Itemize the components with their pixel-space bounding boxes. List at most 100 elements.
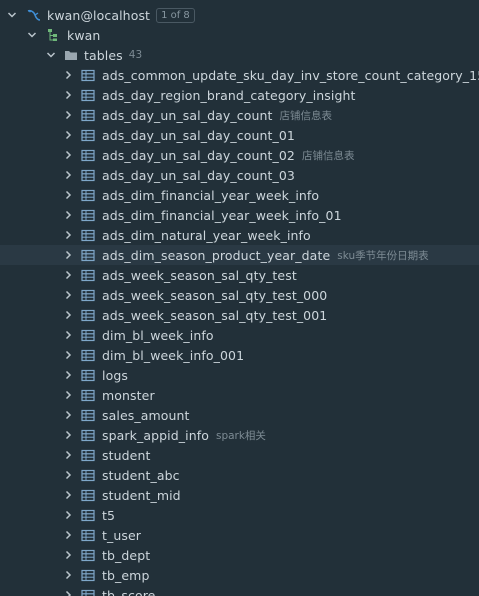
table-name: logs <box>102 367 128 383</box>
chevron-right-icon[interactable] <box>62 569 74 581</box>
table-name: tb_dept <box>102 547 151 563</box>
chevron-right-icon[interactable] <box>62 509 74 521</box>
table-row[interactable]: ads_day_region_brand_category_insight <box>0 85 479 105</box>
table-icon <box>80 487 96 503</box>
table-row[interactable]: ads_dim_natural_year_week_info <box>0 225 479 245</box>
table-row[interactable]: ads_day_un_sal_day_count_02 店铺信息表 <box>0 145 479 165</box>
chevron-right-icon[interactable] <box>62 109 74 121</box>
table-icon <box>80 167 96 183</box>
table-row[interactable]: sales_amount <box>0 405 479 425</box>
table-icon <box>80 447 96 463</box>
table-name: ads_week_season_sal_qty_test_001 <box>102 307 328 323</box>
chevron-right-icon[interactable] <box>62 529 74 541</box>
chevron-right-icon[interactable] <box>62 229 74 241</box>
chevron-right-icon[interactable] <box>62 209 74 221</box>
table-icon <box>80 387 96 403</box>
chevron-right-icon[interactable] <box>62 89 74 101</box>
chevron-right-icon[interactable] <box>62 469 74 481</box>
table-row[interactable]: dim_bl_week_info <box>0 325 479 345</box>
table-row[interactable]: spark_appid_info spark相关 <box>0 425 479 445</box>
table-row[interactable]: ads_week_season_sal_qty_test_000 <box>0 285 479 305</box>
chevron-down-icon[interactable] <box>6 9 18 21</box>
table-icon <box>80 87 96 103</box>
table-name: monster <box>102 387 155 403</box>
table-icon <box>80 347 96 363</box>
table-row[interactable]: tb_dept <box>0 545 479 565</box>
table-icon <box>80 587 96 596</box>
table-icon <box>80 227 96 243</box>
chevron-right-icon[interactable] <box>62 589 74 596</box>
table-row[interactable]: ads_dim_financial_year_week_info <box>0 185 479 205</box>
table-row[interactable]: t5 <box>0 505 479 525</box>
chevron-right-icon[interactable] <box>62 149 74 161</box>
table-row[interactable]: ads_dim_financial_year_week_info_01 <box>0 205 479 225</box>
chevron-right-icon[interactable] <box>62 169 74 181</box>
table-name: student_abc <box>102 467 180 483</box>
table-name: tb_score <box>102 587 156 596</box>
table-icon <box>80 187 96 203</box>
folder-icon <box>63 47 79 63</box>
mysql-dolphin-icon <box>26 7 42 23</box>
table-name: t_user <box>102 527 142 543</box>
table-icon <box>80 287 96 303</box>
table-icon <box>80 67 96 83</box>
table-name: ads_dim_natural_year_week_info <box>102 227 311 243</box>
table-name: t5 <box>102 507 116 523</box>
table-row[interactable]: tb_emp <box>0 565 479 585</box>
table-icon <box>80 547 96 563</box>
table-comment: spark相关 <box>215 429 266 442</box>
chevron-right-icon[interactable] <box>62 549 74 561</box>
chevron-right-icon[interactable] <box>62 349 74 361</box>
chevron-right-icon[interactable] <box>62 129 74 141</box>
table-row[interactable]: t_user <box>0 525 479 545</box>
table-row[interactable]: ads_week_season_sal_qty_test <box>0 265 479 285</box>
table-name: ads_day_un_sal_day_count_01 <box>102 127 295 143</box>
table-row[interactable]: student_mid <box>0 485 479 505</box>
chevron-right-icon[interactable] <box>62 249 74 261</box>
chevron-right-icon[interactable] <box>62 489 74 501</box>
chevron-right-icon[interactable] <box>62 289 74 301</box>
chevron-right-icon[interactable] <box>62 369 74 381</box>
chevron-right-icon[interactable] <box>62 409 74 421</box>
table-row[interactable]: ads_day_un_sal_day_count_03 <box>0 165 479 185</box>
chevron-right-icon[interactable] <box>62 69 74 81</box>
table-name: tb_emp <box>102 567 150 583</box>
table-icon <box>80 267 96 283</box>
chevron-down-icon[interactable] <box>26 29 38 41</box>
table-icon <box>80 367 96 383</box>
tables-folder-label: tables <box>84 47 123 63</box>
table-row[interactable]: ads_day_un_sal_day_count_01 <box>0 125 479 145</box>
chevron-right-icon[interactable] <box>62 429 74 441</box>
table-name: ads_day_region_brand_category_insight <box>102 87 356 103</box>
tree-node-tables-folder[interactable]: tables 43 <box>0 45 479 65</box>
chevron-right-icon[interactable] <box>62 389 74 401</box>
chevron-right-icon[interactable] <box>62 269 74 281</box>
table-row[interactable]: logs <box>0 365 479 385</box>
table-row[interactable]: monster <box>0 385 479 405</box>
table-row[interactable]: ads_dim_season_product_year_date sku季节年份日… <box>0 245 479 265</box>
table-row[interactable]: ads_common_update_sku_day_inv_store_coun… <box>0 65 479 85</box>
tree-node-schema[interactable]: kwan <box>0 25 479 45</box>
chevron-down-icon[interactable] <box>45 49 57 61</box>
tree-node-connection[interactable]: kwan@localhost 1 of 8 <box>0 5 479 25</box>
database-tree: kwan@localhost 1 of 8 kwan tables 43 ads… <box>0 0 479 596</box>
table-name: ads_dim_financial_year_week_info_01 <box>102 207 342 223</box>
table-name: sales_amount <box>102 407 190 423</box>
schema-icon <box>46 27 62 43</box>
table-name: ads_day_un_sal_day_count <box>102 107 273 123</box>
table-name: ads_dim_season_product_year_date <box>102 247 331 263</box>
table-row[interactable]: student <box>0 445 479 465</box>
chevron-right-icon[interactable] <box>62 329 74 341</box>
chevron-right-icon[interactable] <box>62 449 74 461</box>
table-row[interactable]: tb_score <box>0 585 479 596</box>
table-row[interactable]: ads_week_season_sal_qty_test_001 <box>0 305 479 325</box>
table-row[interactable]: student_abc <box>0 465 479 485</box>
table-name: ads_dim_financial_year_week_info <box>102 187 320 203</box>
table-comment: 店铺信息表 <box>279 109 333 122</box>
table-row[interactable]: ads_day_un_sal_day_count 店铺信息表 <box>0 105 479 125</box>
table-icon <box>80 207 96 223</box>
table-row[interactable]: dim_bl_week_info_001 <box>0 345 479 365</box>
table-comment: sku季节年份日期表 <box>337 249 429 262</box>
chevron-right-icon[interactable] <box>62 309 74 321</box>
chevron-right-icon[interactable] <box>62 189 74 201</box>
